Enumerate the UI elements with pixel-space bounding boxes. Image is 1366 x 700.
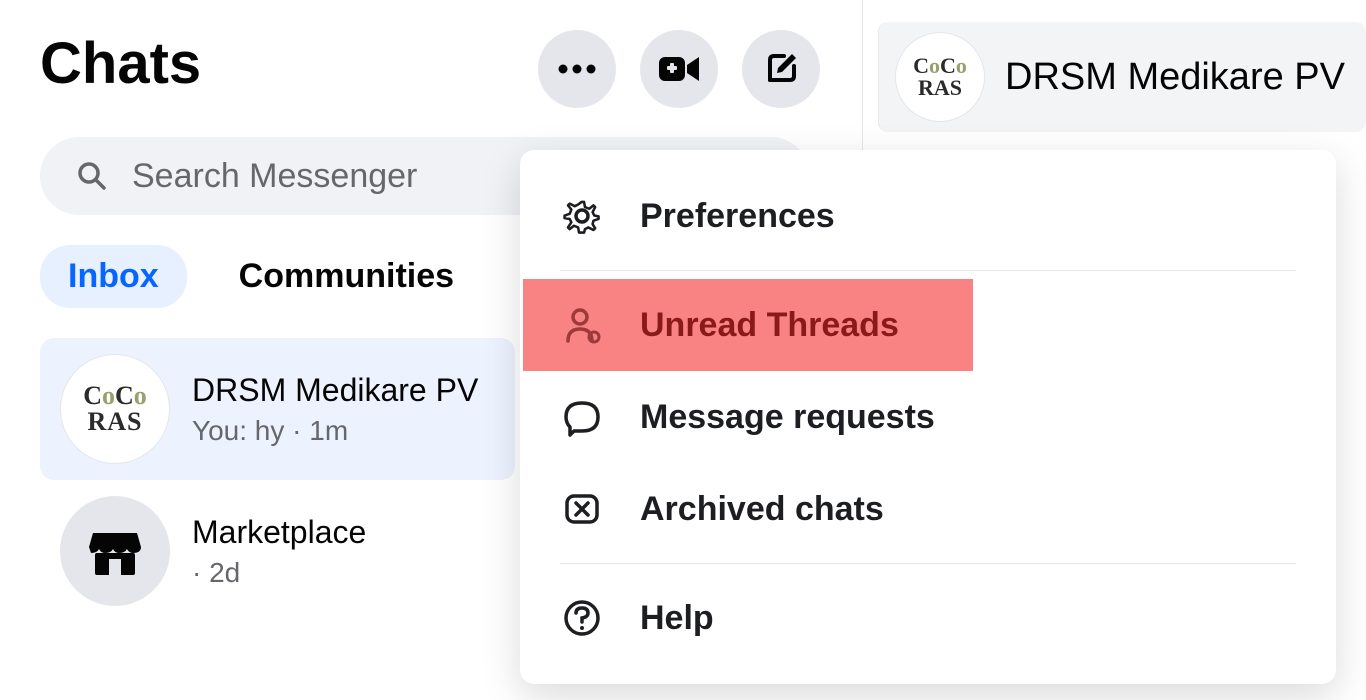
dropdown-label: Message requests — [640, 398, 935, 437]
tab-inbox[interactable]: Inbox — [40, 245, 187, 308]
video-plus-icon — [657, 47, 701, 91]
new-video-call-button[interactable] — [640, 30, 718, 108]
avatar — [60, 496, 170, 606]
chat-list: CoCoRAS DRSM Medikare PV You: hy · 1m Ma… — [40, 338, 515, 622]
conversation-title: DRSM Medikare PV — [1005, 56, 1345, 99]
dropdown-label: Unread Threads — [640, 306, 899, 345]
compose-icon — [759, 47, 803, 91]
chat-item[interactable]: CoCoRAS DRSM Medikare PV You: hy · 1m — [40, 338, 515, 480]
conversation-header[interactable]: CoCoRAS DRSM Medikare PV — [878, 22, 1366, 132]
search-icon — [70, 154, 114, 198]
dropdown-archived-chats[interactable]: Archived chats — [520, 463, 1336, 555]
toolbar — [538, 30, 820, 108]
avatar: CoCoRAS — [60, 354, 170, 464]
dropdown-label: Archived chats — [640, 490, 884, 529]
dropdown-label: Preferences — [640, 197, 835, 236]
ellipsis-icon — [555, 47, 599, 91]
dropdown-message-requests[interactable]: Message requests — [520, 371, 1336, 463]
vertical-divider — [862, 0, 863, 150]
gear-icon — [560, 194, 604, 238]
chat-item[interactable]: Marketplace · 2d — [40, 480, 515, 622]
tab-communities[interactable]: Communities — [211, 245, 482, 308]
archive-x-icon — [560, 487, 604, 531]
divider — [560, 563, 1296, 564]
help-icon — [560, 596, 604, 640]
dropdown-label: Help — [640, 599, 714, 638]
marketplace-icon — [83, 519, 147, 583]
chat-info: Marketplace · 2d — [192, 514, 495, 589]
more-options-button[interactable] — [538, 30, 616, 108]
person-icon — [560, 303, 604, 347]
chat-name: Marketplace — [192, 514, 495, 551]
options-dropdown: Preferences Unread Threads Message reque… — [520, 150, 1336, 684]
divider — [560, 270, 1296, 271]
dropdown-preferences[interactable]: Preferences — [520, 170, 1336, 262]
dropdown-help[interactable]: Help — [520, 572, 1336, 664]
new-message-button[interactable] — [742, 30, 820, 108]
chat-snippet: You: hy · 1m — [192, 415, 495, 447]
chat-bubble-icon — [560, 395, 604, 439]
dropdown-unread-threads[interactable]: Unread Threads — [523, 279, 973, 371]
chat-info: DRSM Medikare PV You: hy · 1m — [192, 372, 495, 447]
chat-snippet: · 2d — [192, 557, 495, 589]
chat-name: DRSM Medikare PV — [192, 372, 495, 409]
avatar: CoCoRAS — [895, 32, 985, 122]
